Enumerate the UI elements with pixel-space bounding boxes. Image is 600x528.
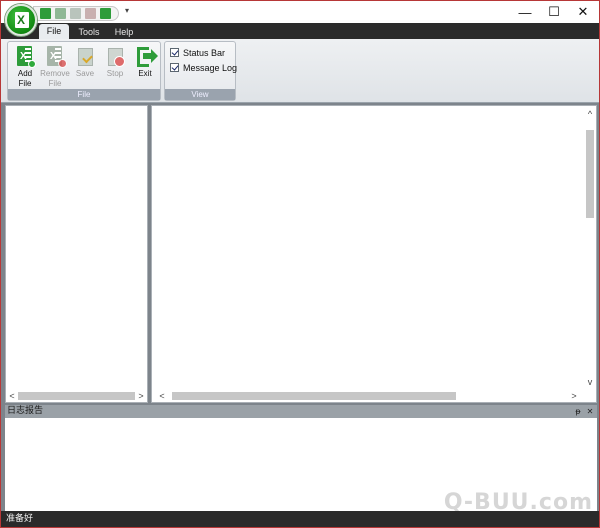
stop-icon[interactable]: [85, 8, 96, 19]
right-vertical-scrollbar[interactable]: ^ v: [584, 106, 596, 390]
title-bar: ▾ — ☐ ✕: [1, 1, 599, 23]
left-horizontal-scrollbar[interactable]: < >: [6, 390, 147, 402]
tab-tools[interactable]: Tools: [73, 25, 105, 39]
status-bar-checkbox[interactable]: [170, 48, 179, 57]
left-scroll-thumb[interactable]: [18, 392, 135, 400]
stop-icon: [108, 48, 125, 67]
file-group: X Add File X Remove File Save Stop Exit: [7, 41, 161, 101]
excel-add-icon[interactable]: [40, 8, 51, 19]
exit-icon[interactable]: [100, 8, 111, 19]
add-file-button[interactable]: X Add File: [10, 44, 40, 90]
add-file-label-1: Add: [17, 69, 33, 78]
scroll-left-arrow-icon[interactable]: <: [156, 390, 168, 402]
save-label: Save: [75, 69, 95, 78]
file-tree-pane[interactable]: < >: [5, 105, 148, 403]
vertical-scroll-thumb[interactable]: [586, 130, 594, 218]
message-log-toggle[interactable]: Message Log: [170, 61, 237, 74]
exit-label: Exit: [138, 69, 152, 78]
ribbon-tab-bar: File Tools Help: [1, 23, 599, 39]
exit-button[interactable]: Exit: [130, 44, 160, 90]
status-text: 准备好: [6, 514, 34, 524]
status-bar-label: Status Bar: [183, 47, 226, 58]
scroll-down-arrow-icon[interactable]: v: [584, 376, 596, 388]
scroll-left-arrow-icon[interactable]: <: [6, 390, 18, 402]
tab-file[interactable]: File: [39, 24, 69, 39]
message-log-checkbox[interactable]: [170, 63, 179, 72]
preview-pane[interactable]: ^ v < >: [151, 105, 597, 403]
view-group-label: View: [165, 89, 235, 100]
scroll-up-arrow-icon[interactable]: ^: [584, 108, 596, 120]
app-menu-button[interactable]: [5, 4, 37, 36]
excel-logo-icon: [15, 12, 29, 28]
ribbon: X Add File X Remove File Save Stop Exit: [1, 39, 599, 103]
app-window: ▾ — ☐ ✕ File Tools Help X Add File X Rem…: [0, 0, 600, 528]
stop-label: Stop: [106, 69, 124, 78]
status-bar: 准备好: [1, 511, 599, 527]
qat-dropdown-icon[interactable]: ▾: [125, 6, 129, 15]
remove-file-label-1: Remove: [40, 69, 70, 78]
log-panel-title: 日志报告: [7, 406, 44, 416]
right-scroll-thumb[interactable]: [172, 392, 456, 400]
add-file-label-2: File: [18, 79, 32, 88]
pin-icon[interactable]: ᵽ: [573, 405, 583, 418]
save-icon[interactable]: [70, 8, 81, 19]
remove-file-label-2: File: [48, 79, 62, 88]
quick-access-toolbar: [33, 6, 119, 21]
log-close-icon[interactable]: ✕: [585, 405, 595, 418]
file-group-label: File: [8, 89, 160, 100]
excel-remove-icon[interactable]: [55, 8, 66, 19]
scroll-right-arrow-icon[interactable]: >: [568, 390, 580, 402]
remove-file-button[interactable]: X Remove File: [40, 44, 70, 90]
scroll-right-arrow-icon[interactable]: >: [135, 390, 147, 402]
tab-help[interactable]: Help: [109, 25, 139, 39]
save-icon: [78, 48, 93, 66]
status-bar-toggle[interactable]: Status Bar: [170, 46, 225, 59]
exit-icon: [135, 46, 158, 68]
close-button[interactable]: ✕: [565, 1, 599, 23]
save-button[interactable]: Save: [70, 44, 100, 90]
stop-button[interactable]: Stop: [100, 44, 130, 90]
log-panel-header: 日志报告 ᵽ ✕: [5, 405, 597, 418]
main-pane-area: < > ^ v < >: [1, 103, 599, 403]
message-log-label: Message Log: [183, 62, 238, 73]
view-group: Status Bar Message Log View: [164, 41, 237, 101]
right-horizontal-scrollbar[interactable]: < >: [152, 390, 596, 402]
